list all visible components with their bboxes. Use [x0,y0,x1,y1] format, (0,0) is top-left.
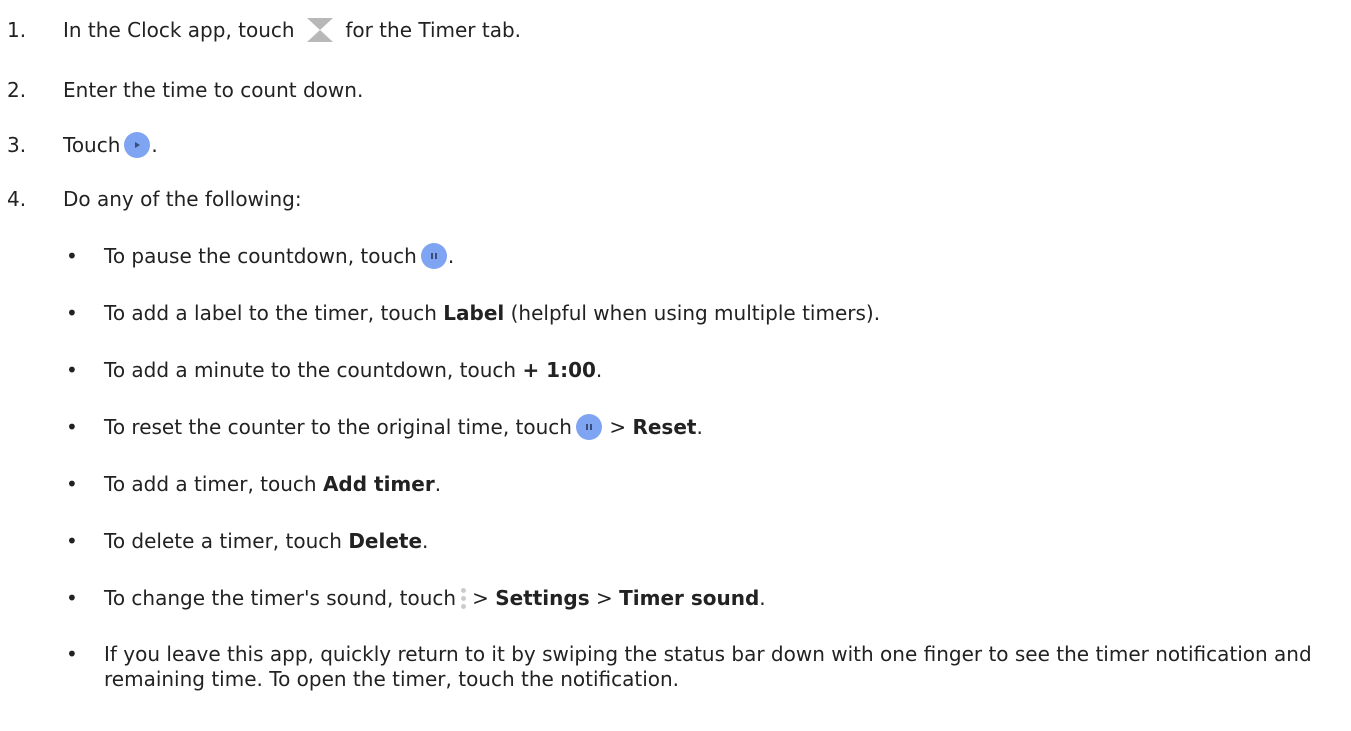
bullet-marker: • [66,358,78,382]
bullet-text: To change the timer's sound, touch > Sett… [104,585,766,611]
bullet-marker: • [66,642,78,666]
step-text: Do any of the following: [63,187,302,211]
step-text: In the Clock app, touch for the Timer ta… [63,17,522,43]
pause-icon [420,242,447,269]
bullet-marker: • [66,415,78,439]
bullet-marker: • [66,472,78,496]
bullet-text: To pause the countdown, touch. [104,242,455,269]
step-number: 3. [7,133,27,157]
more-vert-icon [460,585,468,611]
step-text: Enter the time to count down. [63,78,364,102]
bullet-text: To delete a timer, touch Delete. [104,529,429,553]
bullet-text: To reset the counter to the original tim… [104,413,703,440]
step-number: 4. [7,187,27,211]
step-number: 2. [7,78,27,102]
play-icon [124,131,151,158]
bullet-text: To add a label to the timer, touch Label… [104,301,881,325]
bullet-marker: • [66,301,78,325]
bullet-marker: • [66,586,78,610]
bullet-marker: • [66,244,78,268]
hourglass-icon [305,17,335,43]
bullet-text: If you leave this app, quickly return to… [104,642,1312,691]
bullet-marker: • [66,529,78,553]
pause-icon [575,413,602,440]
step-text: Touch. [63,131,158,158]
bullet-text: To add a minute to the countdown, touch … [104,358,603,382]
step-number: 1. [7,18,27,42]
bullet-text: To add a timer, touch Add timer. [104,472,442,496]
